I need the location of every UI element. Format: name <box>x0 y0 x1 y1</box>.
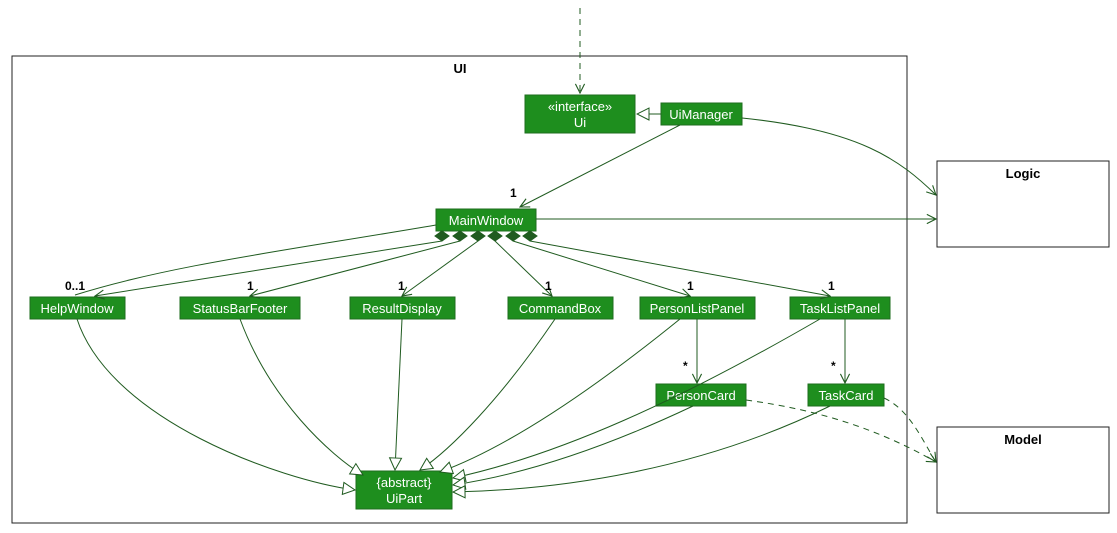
mult-tlist: 1 <box>828 279 835 293</box>
edge-tcard-to-uipart <box>453 406 830 492</box>
mult-cmd: 1 <box>545 279 552 293</box>
node-uipart: {abstract} UiPart <box>356 471 452 509</box>
mult-plist: 1 <box>687 279 694 293</box>
node-ui-interface: «interface» Ui <box>525 95 635 133</box>
node-personlistpanel: PersonListPanel <box>640 297 755 319</box>
package-ui-title: UI <box>454 61 467 76</box>
edge-mw-plist <box>513 241 690 296</box>
node-uipart-stereotype: {abstract} <box>377 475 433 490</box>
mult-mainwindow: 1 <box>510 186 517 200</box>
edge-mw-help <box>95 241 442 296</box>
edge-status-to-uipart <box>240 319 363 475</box>
edge-mw-to-uipart-shoulder <box>75 225 436 295</box>
node-uimanager: UiManager <box>661 103 742 125</box>
package-ui <box>12 56 907 523</box>
composition-diamonds <box>435 231 537 241</box>
mult-status: 1 <box>247 279 254 293</box>
node-taskcard-name: TaskCard <box>819 388 874 403</box>
edge-plist-to-uipart <box>440 319 680 472</box>
mult-help: 0..1 <box>65 279 85 293</box>
node-helpwindow: HelpWindow <box>30 297 125 319</box>
package-model-title: Model <box>1004 432 1042 447</box>
edge-pcard-to-uipart <box>453 406 693 485</box>
node-resultdisplay: ResultDisplay <box>350 297 455 319</box>
edge-help-to-uipart <box>77 319 355 490</box>
node-uimanager-name: UiManager <box>669 107 733 122</box>
node-ui-stereotype: «interface» <box>548 99 612 114</box>
uml-class-diagram: UI Logic Model «interface» Ui UiManager … <box>0 0 1117 533</box>
node-statusbar: StatusBarFooter <box>180 297 300 319</box>
node-ui-name: Ui <box>574 115 586 130</box>
package-logic-title: Logic <box>1006 166 1041 181</box>
node-personcard: PersonCard <box>656 384 746 406</box>
node-mainwindow-name: MainWindow <box>449 213 524 228</box>
node-tasklistpanel: TaskListPanel <box>790 297 890 319</box>
node-mainwindow: MainWindow <box>436 209 536 231</box>
node-resultdisplay-name: ResultDisplay <box>362 301 442 316</box>
node-helpwindow-name: HelpWindow <box>41 301 115 316</box>
node-uipart-name: UiPart <box>386 491 423 506</box>
mult-tcard: * <box>831 359 836 373</box>
mult-pcard: * <box>683 359 688 373</box>
edge-mw-cmd <box>495 241 552 296</box>
edge-mw-status <box>250 241 460 296</box>
edge-uimanager-to-mainwindow <box>520 125 680 207</box>
edge-mw-tlist <box>530 241 830 296</box>
edge-taskcard-to-model <box>884 398 936 462</box>
edge-result-to-uipart <box>395 319 402 470</box>
node-personlistpanel-name: PersonListPanel <box>650 301 745 316</box>
node-taskcard: TaskCard <box>808 384 884 406</box>
node-tasklistpanel-name: TaskListPanel <box>800 301 880 316</box>
node-statusbar-name: StatusBarFooter <box>193 301 288 316</box>
edge-tlist-to-uipart <box>453 319 820 478</box>
mult-result: 1 <box>398 279 405 293</box>
edge-cmd-to-uipart <box>420 319 555 470</box>
node-commandbox-name: CommandBox <box>519 301 602 316</box>
node-commandbox: CommandBox <box>508 297 613 319</box>
edge-mw-result <box>402 241 478 296</box>
